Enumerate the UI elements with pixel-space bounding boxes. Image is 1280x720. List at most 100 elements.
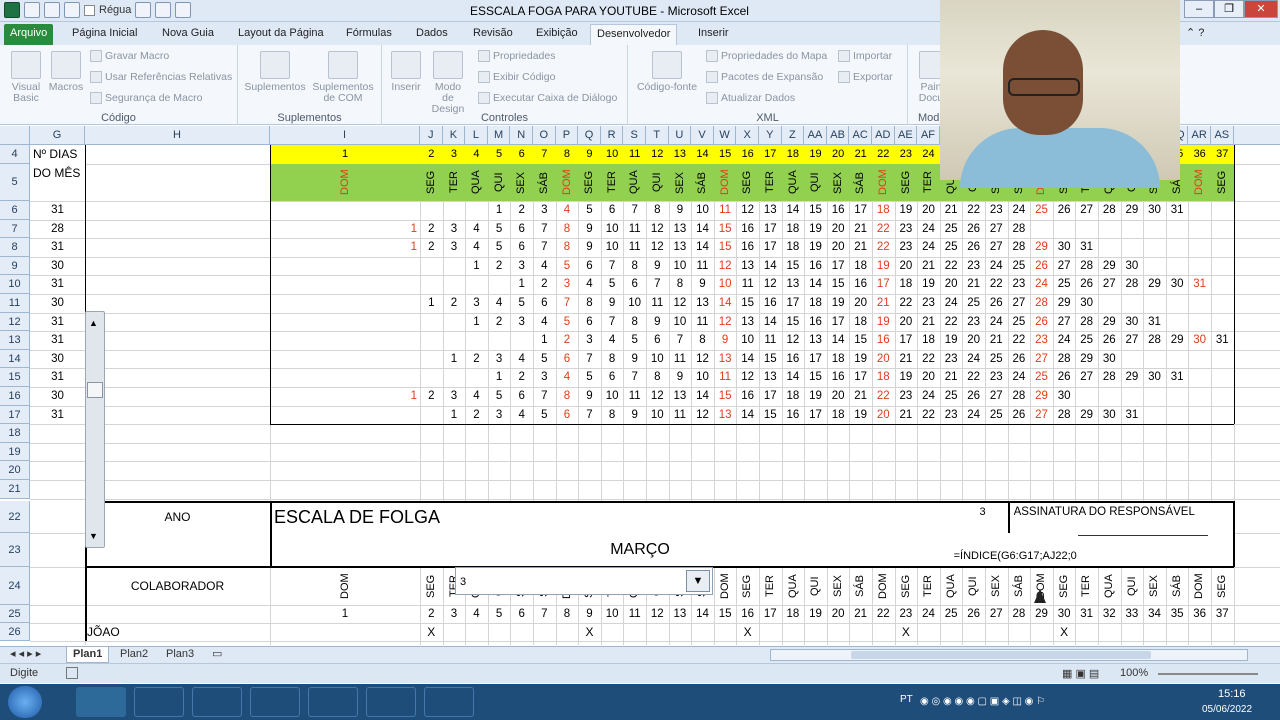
row-header-19[interactable]: 19	[0, 442, 30, 462]
row-header-14[interactable]: 14	[0, 349, 30, 369]
atualizar-button[interactable]: Atualizar Dados	[706, 92, 795, 104]
tab-desenvolvedor[interactable]: Desenvolvedor	[590, 24, 678, 45]
row-header-4[interactable]: 4	[0, 145, 30, 164]
folga-mark[interactable]: X	[736, 623, 759, 641]
executar-button[interactable]: Executar Caixa de Diálogo	[478, 92, 617, 104]
taskbar-chrome-profile-icon[interactable]	[366, 687, 416, 717]
column-header-p[interactable]: P	[556, 126, 579, 145]
column-header-u[interactable]: U	[669, 126, 692, 145]
column-header-af[interactable]: AF	[917, 126, 940, 145]
column-header-i[interactable]: I	[270, 126, 420, 145]
row-header-13[interactable]: 13	[0, 331, 30, 350]
pacotes-button[interactable]: Pacotes de Expansão	[706, 71, 823, 83]
worksheet[interactable]: GHIJKLMNOPQRSTUVWXYZAAABACADAEAFAGAHAIAJ…	[0, 126, 1280, 646]
print-icon[interactable]	[64, 2, 80, 18]
macros-button[interactable]: Macros	[46, 51, 86, 93]
column-header-h[interactable]: H	[85, 126, 270, 145]
propriedades-button[interactable]: Propriedades	[478, 50, 555, 62]
column-header-l[interactable]: L	[465, 126, 488, 145]
column-header-ab[interactable]: AB	[827, 126, 850, 145]
row-header-17[interactable]: 17	[0, 405, 30, 425]
gravar-macro-button[interactable]: Gravar Macro	[90, 50, 169, 62]
form-combobox[interactable]: 3 ▼	[455, 567, 713, 595]
sheet-nav-buttons[interactable]: ◂ ◂ ▸ ▸	[4, 647, 47, 663]
row-header-25[interactable]: 25	[0, 604, 30, 623]
horizontal-scrollbar[interactable]	[770, 649, 1248, 661]
tab-layout[interactable]: Layout da Página	[232, 24, 330, 45]
save-icon[interactable]	[24, 2, 40, 18]
folga-mark[interactable]: X	[578, 623, 601, 641]
column-header-x[interactable]: X	[736, 126, 759, 145]
regua-checkbox[interactable]	[84, 4, 95, 16]
sheet-tab-plan3[interactable]: Plan3	[160, 647, 200, 663]
row-header-12[interactable]: 12	[0, 312, 30, 332]
taskbar-opera-icon[interactable]	[308, 687, 358, 717]
tray-icons[interactable]: ◉ ◎ ◉ ◉ ◉ ▢ ▣ ◈ ◫ ◉ ⚐	[920, 696, 1045, 707]
importar-button[interactable]: Importar	[838, 50, 892, 62]
macro-record-icon[interactable]	[66, 667, 78, 679]
taskbar-app-icon[interactable]	[424, 687, 474, 717]
row-header-15[interactable]: 15	[0, 368, 30, 387]
zoom-level[interactable]: 100%	[1120, 667, 1148, 679]
column-header-aa[interactable]: AA	[804, 126, 827, 145]
row-header-9[interactable]: 9	[0, 256, 30, 276]
column-header-g[interactable]: G	[30, 126, 85, 145]
column-header-v[interactable]: V	[691, 126, 714, 145]
suplementos-button[interactable]: Suplementos	[244, 51, 306, 93]
close-button[interactable]: ✕	[1244, 0, 1278, 18]
row-header-8[interactable]: 8	[0, 238, 30, 257]
exibir-codigo-button[interactable]: Exibir Código	[478, 71, 555, 83]
row-header-21[interactable]: 21	[0, 480, 30, 499]
column-header-ac[interactable]: AC	[849, 126, 872, 145]
codigo-fonte-button[interactable]: Código-fonte	[632, 51, 702, 93]
language-indicator[interactable]: PT	[900, 694, 913, 705]
tab-exibicao[interactable]: Exibição	[530, 24, 584, 45]
customize-qat-icon[interactable]	[175, 2, 192, 18]
column-header-y[interactable]: Y	[759, 126, 782, 145]
h-scroll-thumb[interactable]	[851, 651, 1151, 659]
help-icon[interactable]: ⌃ ?	[1180, 24, 1210, 45]
taskbar-excel-icon[interactable]	[76, 687, 126, 717]
start-button[interactable]	[8, 686, 42, 718]
employee-name[interactable]: JÕAO	[87, 623, 272, 641]
row-header-5[interactable]: 5	[0, 164, 30, 201]
seguranca-button[interactable]: Segurança de Macro	[90, 92, 202, 104]
taskbar-chrome-icon[interactable]	[192, 687, 242, 717]
sheet-tab-plan2[interactable]: Plan2	[114, 647, 154, 663]
restore-button[interactable]: ❐	[1214, 0, 1244, 18]
tab-nova-guia[interactable]: Nova Guia	[156, 24, 220, 45]
taskbar-media-icon[interactable]	[250, 687, 300, 717]
select-all-corner[interactable]	[0, 126, 30, 145]
tab-revisao[interactable]: Revisão	[467, 24, 519, 45]
row-header-11[interactable]: 11	[0, 294, 30, 313]
row-header-24[interactable]: 24	[0, 566, 30, 605]
column-header-r[interactable]: R	[601, 126, 624, 145]
row-header-22[interactable]: 22	[0, 500, 30, 533]
formula-text[interactable]: =ÍNDICE(G6:G17;AJ22;0	[953, 546, 1114, 565]
scroll-up-icon[interactable]: ▲	[89, 318, 98, 328]
column-header-ad[interactable]: AD	[872, 126, 895, 145]
folga-mark[interactable]: X	[1053, 623, 1076, 641]
zoom-icon[interactable]	[135, 2, 152, 18]
row-header-23[interactable]: 23	[0, 532, 30, 567]
inserir-control-button[interactable]: Inserir	[386, 51, 426, 93]
view-buttons[interactable]: ▦ ▣ ▤	[1062, 667, 1099, 680]
column-header-z[interactable]: Z	[782, 126, 805, 145]
row-header-20[interactable]: 20	[0, 461, 30, 480]
column-header-j[interactable]: J	[420, 126, 443, 145]
row-header-26[interactable]: 26	[0, 622, 30, 641]
design-mode-button[interactable]: Modo de Design	[428, 51, 468, 115]
row-header-18[interactable]: 18	[0, 424, 30, 443]
sheet-tab-plan1[interactable]: Plan1	[66, 647, 110, 663]
column-header-s[interactable]: S	[623, 126, 646, 145]
column-header-ar[interactable]: AR	[1188, 126, 1211, 145]
column-header-k[interactable]: K	[443, 126, 466, 145]
column-header-w[interactable]: W	[714, 126, 737, 145]
tab-formulas[interactable]: Fórmulas	[340, 24, 398, 45]
new-sheet-icon[interactable]: ▭	[206, 647, 228, 663]
scroll-thumb[interactable]	[87, 382, 103, 398]
undo-icon[interactable]	[44, 2, 60, 18]
com-button[interactable]: Suplementos de COM	[310, 51, 376, 104]
row-header-10[interactable]: 10	[0, 275, 30, 294]
combobox-dropdown-icon[interactable]: ▼	[686, 570, 710, 592]
